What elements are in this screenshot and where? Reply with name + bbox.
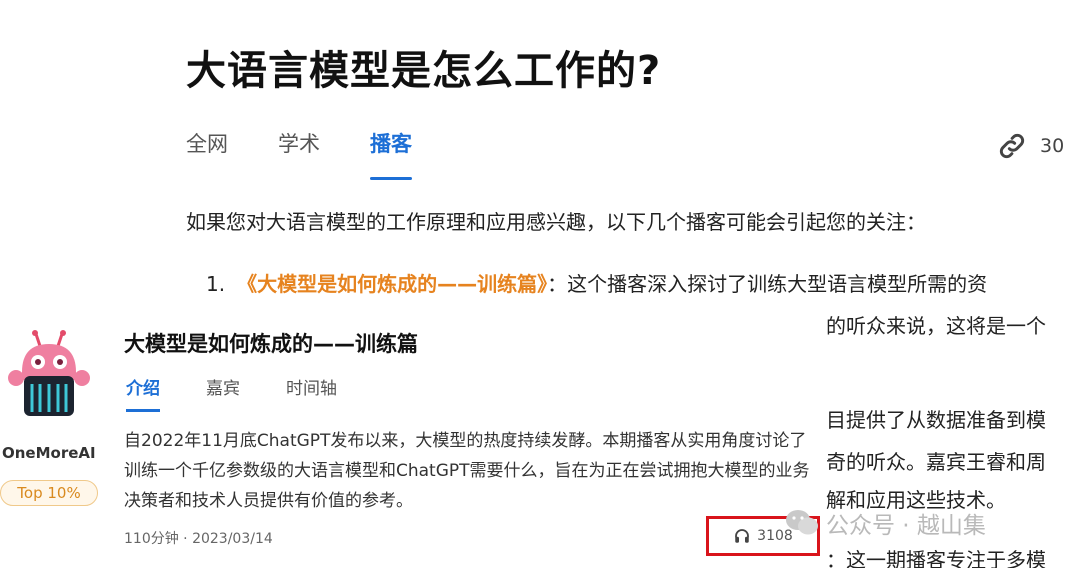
- partial-line: 奇的听众。嘉宾王睿和周: [826, 450, 1046, 474]
- podcast-card[interactable]: OneMoreAI Top 10% 大模型是如何炼成的——训练篇 介绍 嘉宾 时…: [0, 306, 826, 568]
- intro-text: 如果您对大语言模型的工作原理和应用感兴趣，以下几个播客可能会引起您的关注：: [186, 210, 926, 234]
- rank-badge: Top 10%: [0, 480, 98, 506]
- podcast-description: 自2022年11月底ChatGPT发布以来，大模型的热度持续发酵。本期播客从实用…: [124, 431, 810, 511]
- tab-podcast[interactable]: 播客: [370, 128, 412, 180]
- link-icon: [999, 133, 1025, 159]
- partial-line: ：这一期播客专注于多模: [826, 548, 1046, 568]
- tab-all[interactable]: 全网: [186, 128, 228, 180]
- link-count: 30: [1040, 135, 1065, 157]
- search-tabs: 全网 学术 播客: [186, 128, 462, 180]
- author-name[interactable]: OneMoreAI: [2, 444, 96, 462]
- wechat-icon: [786, 510, 818, 535]
- tab-guests[interactable]: 嘉宾: [206, 374, 240, 412]
- link-count-button[interactable]: 30: [996, 130, 1064, 162]
- list-item: 1. 《大模型是如何炼成的——训练篇》：这个播客深入探讨了训练大型语言模型所需的资: [206, 268, 987, 297]
- list-number: 1.: [206, 272, 226, 296]
- partial-line: 的听众来说，这将是一个: [826, 314, 1046, 338]
- watermark-text: 公众号 · 越山集: [826, 513, 986, 539]
- tab-academic[interactable]: 学术: [278, 128, 320, 180]
- tab-intro[interactable]: 介绍: [126, 374, 160, 412]
- list-text: ：这个播客深入探讨了训练大型语言模型所需的资: [547, 272, 988, 296]
- podcast-meta: 110分钟 · 2023/03/14: [124, 531, 273, 547]
- podcast-link[interactable]: 《大模型是如何炼成的——训练篇》: [237, 272, 547, 296]
- tab-timeline[interactable]: 时间轴: [286, 374, 337, 412]
- page-title: 大语言模型是怎么工作的?: [186, 48, 662, 94]
- robot-avatar-icon: [8, 330, 90, 416]
- headphones-icon: [735, 529, 750, 543]
- podcast-title[interactable]: 大模型是如何炼成的——训练篇: [124, 328, 418, 358]
- watermark: 公众号 · 越山集: [784, 506, 986, 540]
- card-tabs: 介绍 嘉宾 时间轴: [126, 374, 383, 412]
- partial-line: 目提供了从数据准备到模: [826, 408, 1046, 432]
